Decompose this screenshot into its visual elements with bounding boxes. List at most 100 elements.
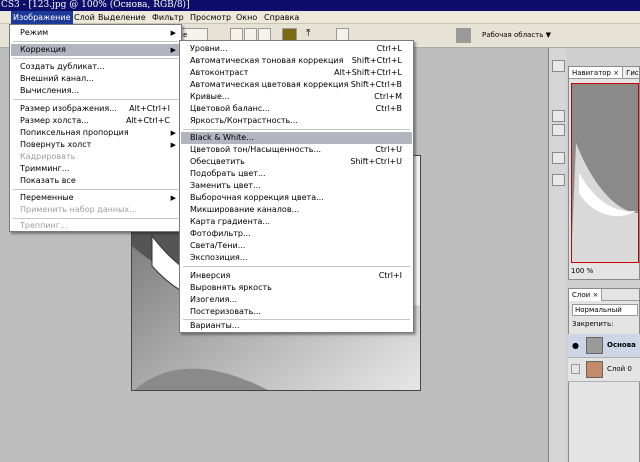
printer-icon[interactable] xyxy=(456,28,471,43)
submenu-arrow-icon: ▶ xyxy=(170,46,176,54)
menu-item[interactable]: Размер изображения... Alt+Ctrl+I xyxy=(11,103,180,115)
tab-layers-label: Слои xyxy=(572,291,591,299)
menu-image[interactable]: Изображение xyxy=(11,11,73,24)
menu-item[interactable]: Яркость/Контрастность... xyxy=(181,115,412,127)
view-box[interactable] xyxy=(571,83,639,263)
menu-filter[interactable]: Фильтр xyxy=(150,11,186,24)
menu-item-label: Кадрировать xyxy=(20,152,76,161)
blend-mode-select[interactable]: Нормальный xyxy=(572,304,638,316)
close-icon[interactable]: × xyxy=(613,69,619,77)
panel-icon[interactable] xyxy=(552,174,565,186)
menu-item[interactable]: Цветовой баланс... Ctrl+B xyxy=(181,103,412,115)
menu-item[interactable]: Повернуть холст ▶ xyxy=(11,139,180,151)
title-bar: CS3 - [123.jpg @ 100% (Основа, RGB/8)] xyxy=(0,0,640,11)
menu-item[interactable]: Выборочная коррекция цвета... xyxy=(181,192,412,204)
menu-item-label: Создать дубликат... xyxy=(20,62,105,71)
menu-item-label: Цветовой баланс... xyxy=(190,104,270,113)
menu-item[interactable]: Карта градиента... xyxy=(181,216,412,228)
menu-item[interactable]: Уровни... Ctrl+L xyxy=(181,43,412,55)
menu-item-label: Выровнять яркость xyxy=(190,283,272,292)
menu-item[interactable]: Постеризовать... xyxy=(181,306,412,318)
navigator-thumbnail[interactable] xyxy=(571,83,639,263)
menu-item[interactable]: Подобрать цвет... xyxy=(181,168,412,180)
menu-item-label: Карта градиента... xyxy=(190,217,271,226)
panel-icon[interactable] xyxy=(552,152,565,164)
menu-item[interactable]: Black & White... xyxy=(181,132,412,144)
layer-row[interactable]: Слой 0 xyxy=(568,358,640,382)
menu-layer[interactable]: Слой xyxy=(72,11,97,24)
separator xyxy=(183,266,410,267)
menu-window[interactable]: Окно xyxy=(234,11,259,24)
menu-item[interactable]: Обесцветить Shift+Ctrl+U xyxy=(181,156,412,168)
menu-item[interactable]: Цветовой тон/Насыщенность... Ctrl+U xyxy=(181,144,412,156)
layer-name: Слой 0 xyxy=(607,365,632,373)
tab-navigator[interactable]: Навигатор × xyxy=(569,67,624,78)
layer-name: Основа xyxy=(607,341,636,349)
menu-item[interactable]: Инверсия Ctrl+I xyxy=(181,270,412,282)
menu-item: Кадрировать xyxy=(11,151,180,163)
eye-icon[interactable]: ● xyxy=(572,341,579,350)
panel-icon[interactable] xyxy=(552,110,565,122)
menu-item[interactable]: Автоматическая тоновая коррекция Shift+Ct… xyxy=(181,55,412,67)
photoshop-window: CS3 - [123.jpg @ 100% (Основа, RGB/8)] И… xyxy=(0,0,640,462)
menu-item[interactable]: Внешний канал... xyxy=(11,73,180,85)
submenu-arrow-icon: ▶ xyxy=(170,141,176,149)
menu-item-label: Обесцветить xyxy=(190,157,245,166)
menu-item-label: Варианты... xyxy=(190,321,240,330)
menu-select[interactable]: Выделение xyxy=(96,11,148,24)
menu-item[interactable]: Экспозиция... xyxy=(181,252,412,264)
menu-item[interactable]: Режим ▶ xyxy=(11,27,180,39)
menu-item-label: Вычисления... xyxy=(20,86,80,95)
menu-item-label: Размер изображения... xyxy=(20,104,117,113)
tab-layers[interactable]: Слои × xyxy=(569,289,603,301)
menu-item[interactable]: Заменить цвет... xyxy=(181,180,412,192)
visibility-box[interactable] xyxy=(571,364,580,374)
menu-item[interactable]: Коррекция ▶ xyxy=(11,44,180,56)
menu-shortcut: Alt+Shift+Ctrl+L xyxy=(334,68,402,77)
menu-item-label: Уровни... xyxy=(190,44,228,53)
menu-shortcut: Shift+Ctrl+L xyxy=(351,56,402,65)
zoom-readout[interactable]: 100 % xyxy=(571,267,593,275)
menu-item[interactable]: Кривые... Ctrl+M xyxy=(181,91,412,103)
menu-item-label: Света/Тени... xyxy=(190,241,246,250)
menu-item[interactable]: Переменные ▶ xyxy=(11,192,180,204)
menu-item[interactable]: Автоконтраст Alt+Shift+Ctrl+L xyxy=(181,67,412,79)
menu-item[interactable]: Вычисления... xyxy=(11,85,180,97)
submenu-arrow-icon: ▶ xyxy=(170,129,176,137)
menu-bar: Изображение Слой Выделение Фильтр Просмо… xyxy=(0,11,640,24)
menu-item[interactable]: Изогелия... xyxy=(181,294,412,306)
menu-item[interactable]: Автоматическая цветовая коррекция Shift+C… xyxy=(181,79,412,91)
menu-shortcut: Ctrl+B xyxy=(375,104,402,113)
panel-icon[interactable] xyxy=(552,60,565,72)
menu-item[interactable]: Выровнять яркость xyxy=(181,282,412,294)
menu-item[interactable]: Света/Тени... xyxy=(181,240,412,252)
menu-item[interactable]: Фотофильтр... xyxy=(181,228,412,240)
menu-item-label: Попиксельная пропорция xyxy=(20,128,129,137)
tab-histogram[interactable]: Гисто xyxy=(623,67,639,78)
menu-item-label: Подобрать цвет... xyxy=(190,169,266,178)
menu-item[interactable]: Тримминг... xyxy=(11,163,180,175)
submenu-arrow-icon: ▶ xyxy=(170,194,176,202)
tab-navigator-label: Навигатор xyxy=(572,69,611,77)
menu-item[interactable]: Создать дубликат... xyxy=(11,61,180,73)
menu-item[interactable]: Размер холста... Alt+Ctrl+C xyxy=(11,115,180,127)
submenu-arrow-icon: ▶ xyxy=(170,29,176,37)
workspace-button[interactable]: Рабочая область ▼ xyxy=(482,31,551,39)
panel-icon[interactable] xyxy=(552,124,565,136)
menu-item[interactable]: Микширование каналов... xyxy=(181,204,412,216)
menu-shortcut: Alt+Ctrl+C xyxy=(125,116,170,125)
menu-item[interactable]: Показать все xyxy=(11,175,180,187)
menu-help[interactable]: Справка xyxy=(262,11,301,24)
separator xyxy=(13,189,178,190)
menu-item-label: Применить набор данных... xyxy=(20,205,137,214)
menu-item-label: Выборочная коррекция цвета... xyxy=(190,193,324,202)
menu-item: Применить набор данных... xyxy=(11,204,180,216)
menu-item-label: Внешний канал... xyxy=(20,74,94,83)
menu-item[interactable]: Попиксельная пропорция ▶ xyxy=(11,127,180,139)
close-icon[interactable]: × xyxy=(592,291,598,299)
image-menu: Режим ▶ Коррекция ▶ Создать дубликат... Вн… xyxy=(9,24,182,232)
adjustments-submenu: Уровни... Ctrl+L Автоматическая тоновая к… xyxy=(179,40,414,333)
menu-view[interactable]: Просмотр xyxy=(188,11,233,24)
layer-row[interactable]: ● Основа xyxy=(568,334,640,358)
menu-item[interactable]: Варианты... xyxy=(181,320,412,332)
